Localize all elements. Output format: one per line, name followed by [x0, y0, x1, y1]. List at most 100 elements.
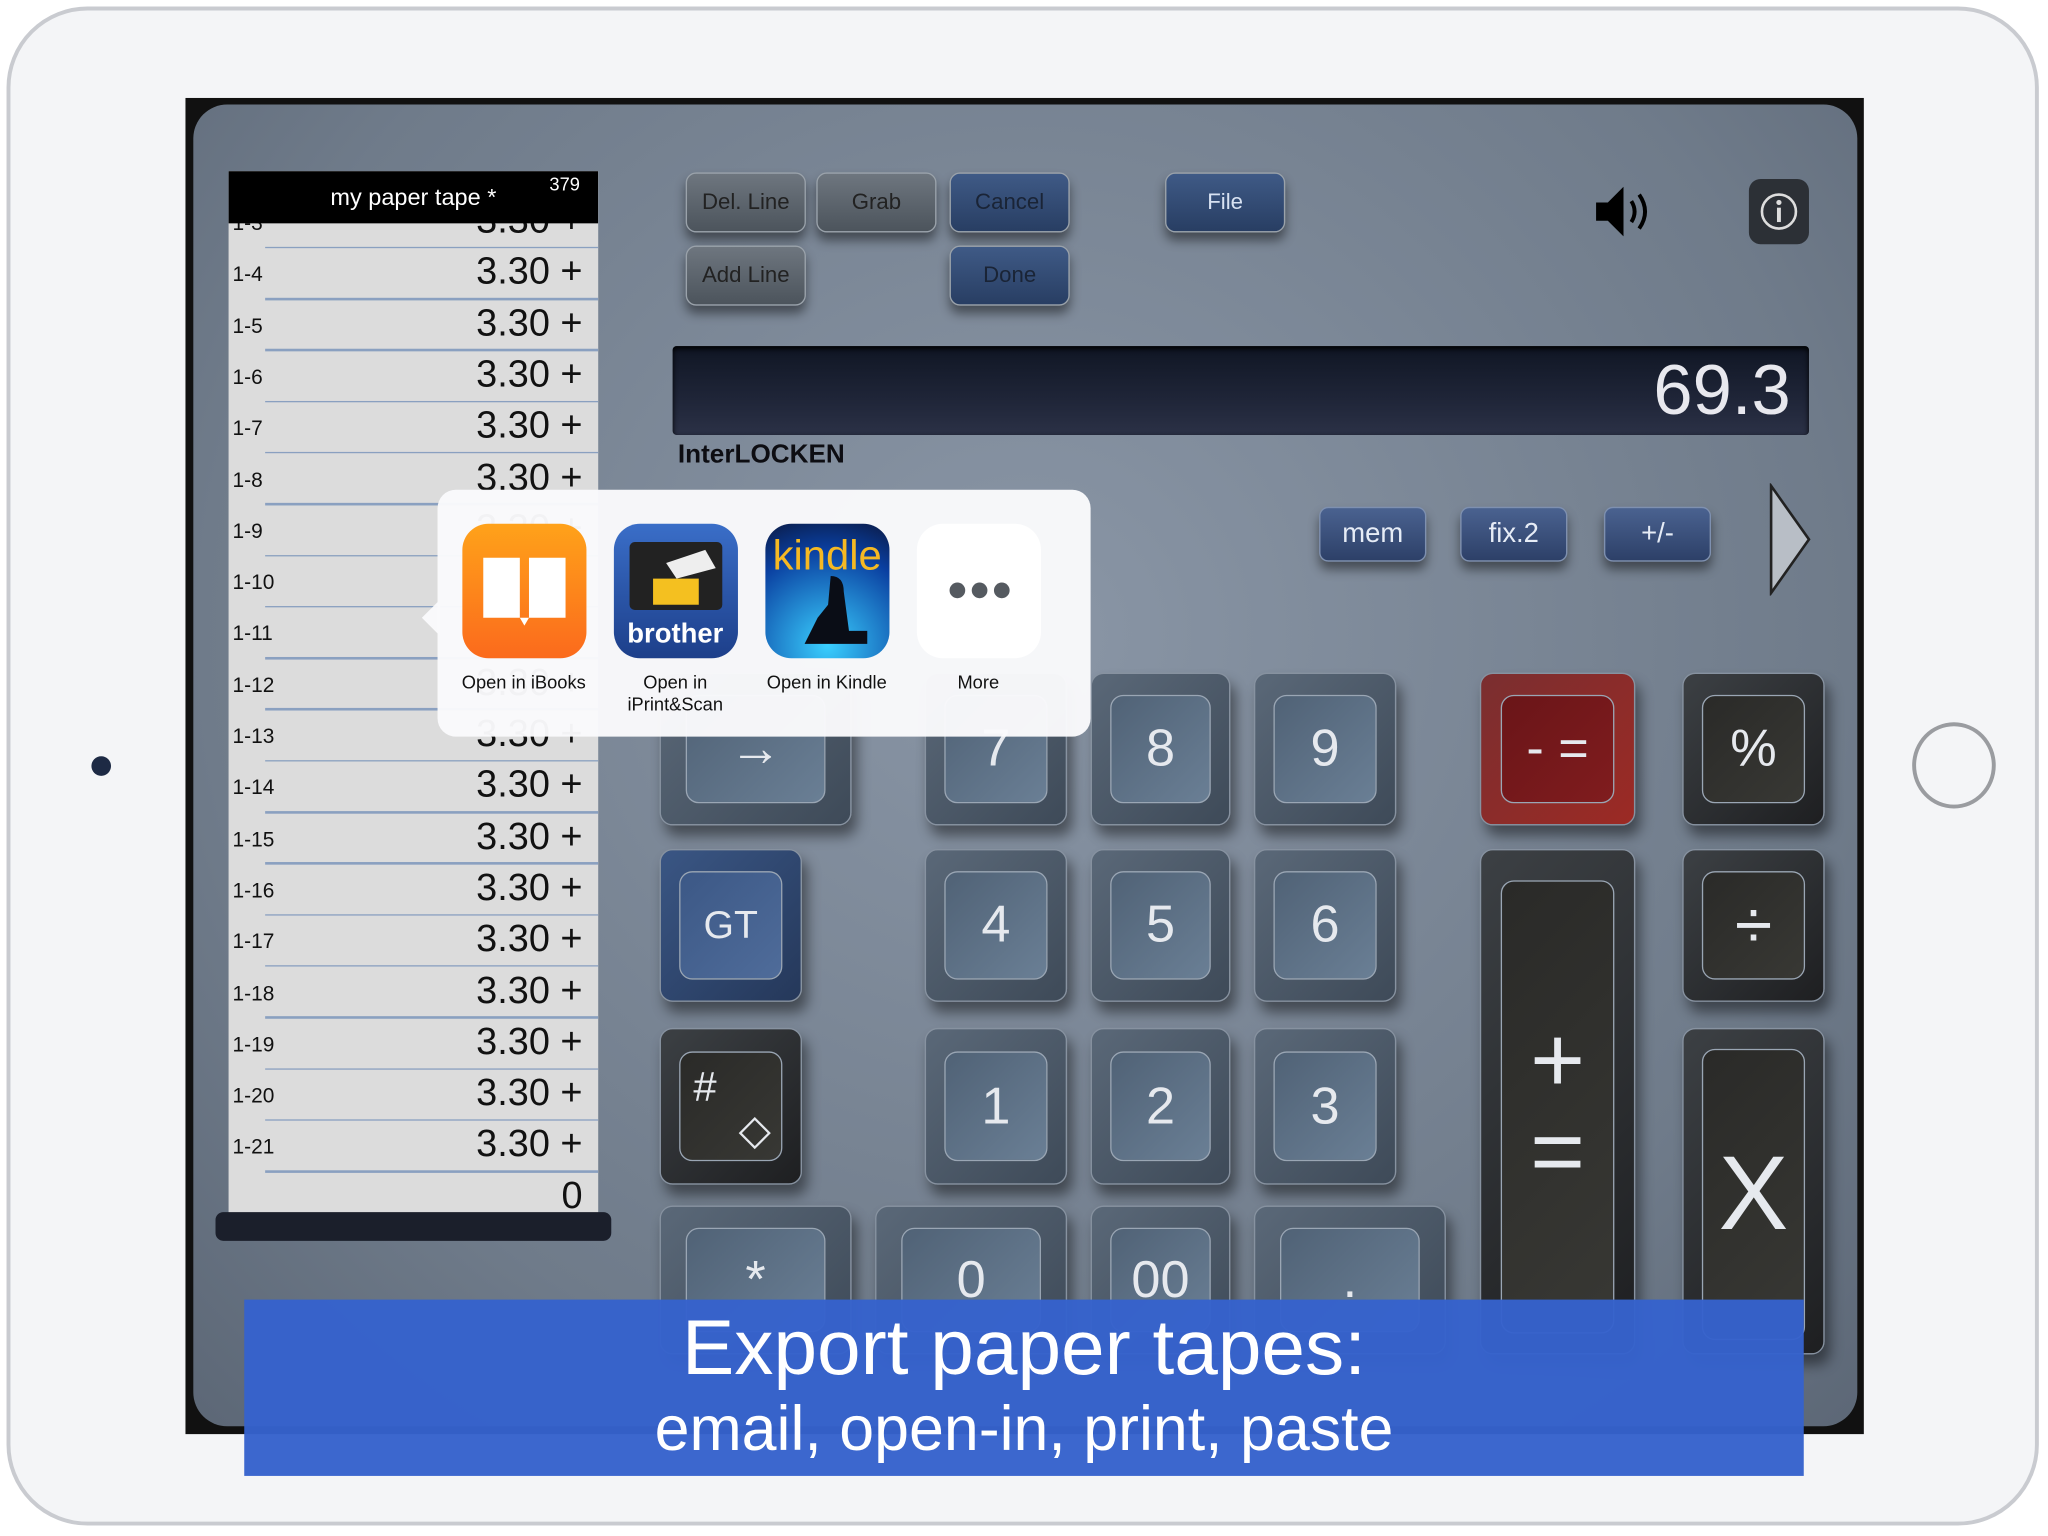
- tape-row[interactable]: 1-18 3.30 +: [229, 967, 599, 1019]
- key-minus-equals[interactable]: - =: [1479, 672, 1636, 826]
- key-label: 3: [1273, 1050, 1377, 1162]
- banner-title: Export paper tapes:: [682, 1303, 1366, 1392]
- file-button[interactable]: File: [1165, 172, 1286, 233]
- tape-row[interactable]: 1-4 3.30 +: [229, 249, 599, 300]
- key-4[interactable]: 4: [924, 848, 1068, 1002]
- tape-row-label: 1-10: [232, 572, 275, 595]
- done-button[interactable]: Done: [949, 245, 1070, 306]
- key-label: #: [693, 1062, 717, 1110]
- tape-row[interactable]: 1-15 3.30 +: [229, 813, 599, 865]
- tape-row-value: 3.30 +: [476, 764, 583, 807]
- tape-row-value: 3.30 +: [476, 815, 583, 858]
- key-6[interactable]: 6: [1253, 848, 1397, 1002]
- tape-row-value: 3.30 +: [476, 1123, 583, 1166]
- key-label: 4: [944, 871, 1048, 980]
- key-label: 8: [1109, 694, 1212, 804]
- kindle-icon: kindle: [764, 523, 889, 659]
- key-divide[interactable]: ÷: [1682, 848, 1825, 1002]
- key-label-group: + =: [1500, 880, 1615, 1334]
- tape-row-label: 1-16: [232, 880, 275, 903]
- brand-logo: InterLOCKEN: [677, 440, 845, 469]
- add-line-button[interactable]: Add Line: [685, 245, 806, 306]
- key-label: 2: [1109, 1050, 1212, 1162]
- open-in-ibooks[interactable]: Open in iBooks: [452, 523, 596, 694]
- key-9[interactable]: 9: [1253, 672, 1397, 826]
- tape-row-value: 3.30 +: [476, 251, 583, 293]
- key-label: GT: [679, 871, 783, 980]
- info-button[interactable]: [1748, 178, 1809, 245]
- popover-arrow: [421, 599, 441, 637]
- tape-row[interactable]: 1-16 3.30 +: [229, 865, 599, 916]
- tape-row[interactable]: 1-5 3.30 +: [229, 300, 599, 352]
- open-in-iprint-scan[interactable]: brother Open in iPrint&Scan: [603, 523, 747, 716]
- key-label-group: # ◇: [679, 1050, 783, 1162]
- home-button[interactable]: [1912, 722, 1996, 809]
- key-label: 1: [944, 1050, 1048, 1162]
- key-label: ÷: [1701, 871, 1806, 980]
- display-value: 69.3: [1653, 351, 1791, 430]
- tape-row[interactable]: 1-21 3.30 +: [229, 1121, 599, 1173]
- mem-button[interactable]: mem: [1319, 506, 1427, 562]
- tape-row-label: 1-21: [232, 1136, 275, 1160]
- key-hash-diamond[interactable]: # ◇: [659, 1027, 802, 1185]
- tape-row[interactable]: 1-6 3.30 +: [229, 351, 599, 403]
- tape-row[interactable]: 1-17 3.30 +: [229, 916, 599, 968]
- tape-row-label: 1-12: [232, 674, 275, 698]
- tape-row-value: 3.30 +: [476, 867, 583, 909]
- app-label: More: [957, 671, 1000, 693]
- banner-subtitle: email, open-in, print, paste: [654, 1394, 1394, 1465]
- tape-row[interactable]: 1-19 3.30 +: [229, 1019, 599, 1070]
- open-in-kindle[interactable]: kindle Open in Kindle: [755, 523, 899, 694]
- info-icon: [1760, 193, 1798, 230]
- key-plus-equals[interactable]: + =: [1479, 848, 1636, 1355]
- tape-row[interactable]: 1-7 3.30 +: [229, 403, 599, 454]
- fix-button[interactable]: fix.2: [1460, 506, 1568, 562]
- share-popover: Open in iBooks brother Open in iPrint&Sc…: [421, 489, 1091, 737]
- tape-row-label: 1-9: [232, 520, 263, 544]
- app-label: Open in iBooks: [461, 671, 586, 693]
- key-label: - =: [1500, 694, 1615, 804]
- tape-row-label: 1-13: [232, 726, 275, 749]
- camera: [91, 756, 112, 776]
- tape-header: my paper tape * 379: [228, 171, 599, 224]
- tape-row-label: 1-15: [232, 828, 275, 852]
- speaker-icon[interactable]: [1593, 183, 1653, 240]
- tape-row-label: 1-5: [232, 315, 263, 338]
- key-gt[interactable]: GT: [659, 848, 802, 1002]
- tape-row-label: 1-14: [232, 777, 275, 800]
- tape-row-value: 3.30 +: [476, 353, 583, 396]
- sign-button[interactable]: +/-: [1603, 506, 1712, 562]
- app-label: Open in iPrint&Scan: [627, 671, 724, 715]
- tape-holder: [215, 1212, 612, 1241]
- key-8[interactable]: 8: [1090, 672, 1231, 826]
- key-3[interactable]: 3: [1253, 1027, 1397, 1185]
- more-button[interactable]: More: [906, 523, 1050, 694]
- brother-iprint-icon: brother: [613, 523, 738, 659]
- tape-row[interactable]: 1-14 3.30 +: [229, 762, 599, 814]
- tape-row[interactable]: 1-20 3.30 +: [229, 1070, 599, 1122]
- key-5[interactable]: 5: [1090, 848, 1231, 1002]
- tape-row-label: 1-8: [232, 469, 263, 492]
- key-label: 6: [1273, 871, 1377, 980]
- del-line-button[interactable]: Del. Line: [685, 172, 806, 233]
- tape-row-value: 3.30 +: [476, 1021, 583, 1063]
- key-label: %: [1701, 694, 1806, 804]
- tape-row-value: 3.30 +: [476, 405, 583, 447]
- tape-title[interactable]: my paper tape *: [229, 184, 599, 211]
- tape-row-label: 1-18: [232, 982, 275, 1006]
- app-label: Open in Kindle: [766, 671, 887, 693]
- tape-row-label: 1-4: [232, 264, 263, 287]
- key-label: X: [1701, 1048, 1806, 1341]
- more-icon: [916, 523, 1041, 659]
- cancel-button[interactable]: Cancel: [949, 172, 1070, 233]
- tape-row-label: 1-11: [232, 623, 273, 646]
- key-2[interactable]: 2: [1090, 1027, 1231, 1185]
- next-page-arrow-icon[interactable]: [1766, 483, 1813, 596]
- key-label: ◇: [738, 1106, 771, 1154]
- tape-row-label: 1-19: [232, 1034, 275, 1057]
- key-1[interactable]: 1: [924, 1027, 1068, 1185]
- grab-button[interactable]: Grab: [816, 172, 937, 233]
- tape-row-label: 1-7: [232, 418, 263, 441]
- tape-row-value: 3.30 +: [476, 969, 583, 1012]
- key-percent[interactable]: %: [1682, 672, 1825, 826]
